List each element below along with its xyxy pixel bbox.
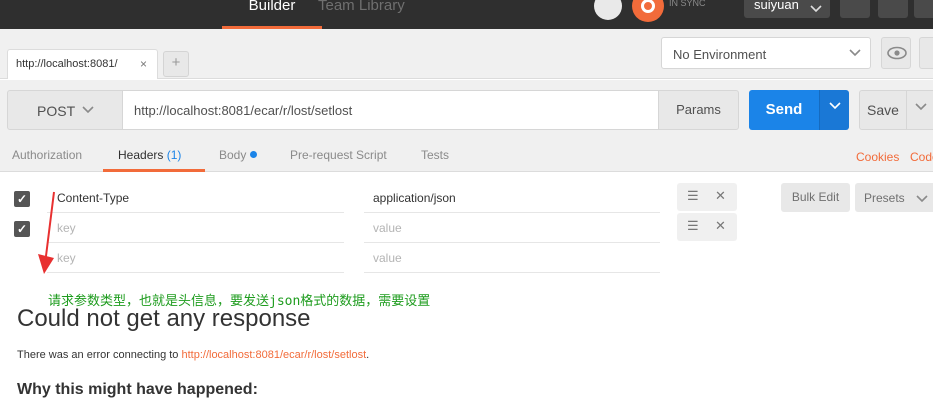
error-url-link[interactable]: http://localhost:8081/ecar/r/lost/setlos… <box>181 349 366 361</box>
tab-tests[interactable]: Tests <box>421 148 449 162</box>
manage-environments-button[interactable] <box>919 37 933 69</box>
send-button[interactable]: Send <box>749 90 819 130</box>
params-button[interactable]: Params <box>658 90 739 130</box>
response-error-title: Could not get any response <box>17 305 311 332</box>
chevron-down-icon <box>81 101 95 120</box>
response-error-message: There was an error connecting to http://… <box>17 349 369 361</box>
error-message-prefix: There was an error connecting to <box>17 349 182 361</box>
header-key-input[interactable]: key <box>47 213 344 243</box>
header-value-input[interactable]: value <box>364 243 660 273</box>
new-tab-button[interactable]: + <box>163 51 189 77</box>
tab-team-library[interactable]: Team Library <box>318 0 405 13</box>
sync-icon[interactable] <box>632 0 664 22</box>
satellite-icon[interactable] <box>594 0 622 20</box>
row-actions: ☰ ✕ <box>677 213 737 241</box>
active-subtab-indicator <box>103 169 205 172</box>
user-menu[interactable]: suiyuan <box>744 0 830 18</box>
tab-builder[interactable]: Builder <box>222 0 322 29</box>
settings-wrench-icon[interactable] <box>878 0 908 18</box>
header-key-input[interactable]: Content-Type <box>47 183 344 213</box>
tab-prerequest-script[interactable]: Pre-request Script <box>290 148 387 162</box>
tab-body[interactable]: Body <box>219 148 258 162</box>
environment-quick-look-button[interactable] <box>881 37 911 69</box>
header-value-input[interactable]: value <box>364 213 660 243</box>
header-value-input[interactable]: application/json <box>364 183 660 213</box>
annotation-note: 请求参数类型，也就是头信息，要发送json格式的数据，需要设置 <box>48 294 431 309</box>
request-tab[interactable]: http://localhost:8081/ × <box>7 49 158 79</box>
request-subtabs: Authorization Headers (1) Body Pre-reque… <box>0 140 933 172</box>
tab-headers[interactable]: Headers (1) <box>118 148 181 162</box>
headers-table: ✓ Content-Type application/json ☰ ✕ ✓ ke… <box>0 173 933 285</box>
tab-headers-label: Headers <box>118 148 164 162</box>
save-options-button[interactable] <box>906 90 933 130</box>
tab-builder-label: Builder <box>248 0 296 14</box>
chevron-down-icon <box>810 0 822 20</box>
method-value: POST <box>37 103 76 119</box>
request-tab-title: http://localhost:8081/ <box>16 58 118 70</box>
headers-count-badge: (1) <box>166 148 182 162</box>
header-key-input[interactable]: key <box>47 243 344 273</box>
response-error-subheading: Why this might have happened: <box>17 381 258 398</box>
request-tabs-row: http://localhost:8081/ × + No Environmen… <box>0 29 933 79</box>
chevron-down-icon <box>915 190 929 209</box>
bulk-edit-button[interactable]: Bulk Edit <box>781 183 850 212</box>
close-icon[interactable]: × <box>140 57 147 71</box>
eye-icon <box>887 46 907 60</box>
annotation-arrow-icon <box>38 191 55 274</box>
save-button[interactable]: Save <box>859 90 907 130</box>
chevron-down-icon <box>848 44 862 63</box>
username: suiyuan <box>754 0 799 12</box>
chevron-down-icon <box>915 103 927 111</box>
chevron-down-icon <box>828 102 841 110</box>
row-checkbox[interactable]: ✓ <box>14 191 30 207</box>
row-checkbox[interactable]: ✓ <box>14 221 30 237</box>
send-options-button[interactable] <box>819 90 849 130</box>
url-row: POST http://localhost:8081/ecar/r/lost/s… <box>0 80 933 140</box>
table-row: ✓ key value ☰ ✕ <box>0 213 933 243</box>
cookies-link[interactable]: Cookies <box>856 150 899 164</box>
environment-selected: No Environment <box>673 47 767 62</box>
tab-body-label: Body <box>219 148 247 162</box>
body-indicator-dot <box>250 151 258 158</box>
sync-status: IN SYNC <box>669 0 706 8</box>
method-select[interactable]: POST <box>7 90 123 130</box>
environment-select[interactable]: No Environment <box>661 37 871 69</box>
row-actions: ☰ ✕ <box>677 183 737 211</box>
top-bar: Builder Team Library IN SYNC suiyuan <box>0 0 933 29</box>
notifications-bell-icon[interactable] <box>840 0 870 18</box>
delete-row-icon[interactable]: ✕ <box>715 218 726 234</box>
tab-authorization[interactable]: Authorization <box>12 148 82 162</box>
more-icon[interactable] <box>914 0 933 18</box>
code-link[interactable]: Code <box>910 150 933 164</box>
table-row: key value <box>0 243 933 273</box>
url-input[interactable]: http://localhost:8081/ecar/r/lost/setlos… <box>122 90 659 130</box>
presets-button[interactable]: Presets <box>855 183 933 212</box>
drag-handle-icon[interactable]: ☰ <box>687 218 699 234</box>
error-message-suffix: . <box>366 349 370 361</box>
drag-handle-icon[interactable]: ☰ <box>687 188 699 204</box>
presets-label: Presets <box>864 191 905 205</box>
delete-row-icon[interactable]: ✕ <box>715 188 726 204</box>
